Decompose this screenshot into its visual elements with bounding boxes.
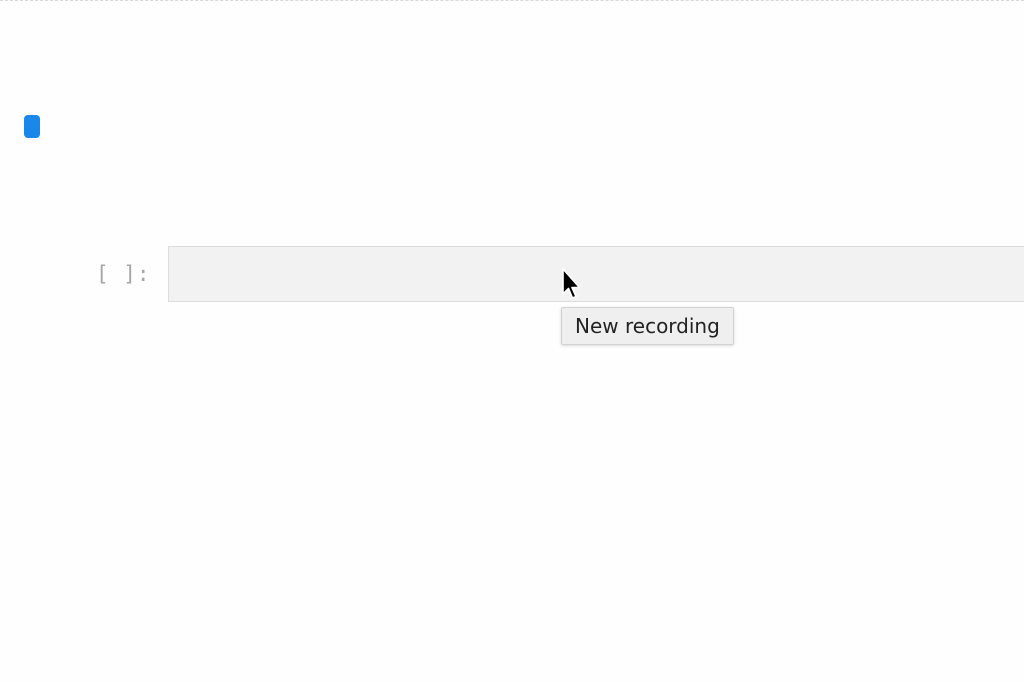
top-divider [0, 0, 1024, 1]
code-cell-input[interactable] [168, 246, 1024, 302]
new-recording-tooltip: New recording [561, 307, 734, 345]
arrow-cursor-icon [562, 268, 581, 299]
notebook-page: [ ]: New recording [0, 0, 1024, 682]
cell-execution-prompt: [ ]: [96, 262, 151, 286]
active-cell-indicator[interactable] [24, 115, 40, 138]
